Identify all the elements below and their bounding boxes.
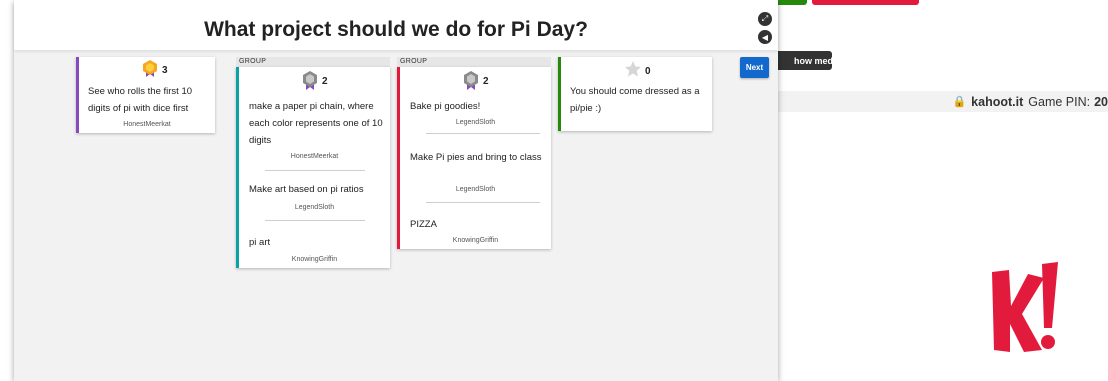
idea-author: LegendSloth <box>455 119 496 126</box>
vote-row: 0 <box>624 60 651 78</box>
idea-text: You should come dressed as a pi/pie :) <box>570 86 700 114</box>
silver-medal-icon <box>464 71 478 90</box>
modal-title: What project should we do for Pi Day? <box>204 18 588 41</box>
vote-row: 2 <box>462 70 489 90</box>
idea-author: HonestMeerkat <box>123 121 171 128</box>
divider <box>426 202 540 203</box>
vote-row: 2 <box>301 70 328 90</box>
vote-count: 2 <box>322 76 328 87</box>
idea-card: 0 You should come dressed as a pi/pie :) <box>558 57 712 131</box>
idea-group-card: 2 make a paper pi chain, where each colo… <box>236 67 390 268</box>
idea-author: LegendSloth <box>294 204 335 211</box>
show-media-label: how media <box>794 55 832 66</box>
modal-header: What project should we do for Pi Day? ⤢ … <box>14 0 778 50</box>
pin-value: 20 <box>1094 94 1108 109</box>
star-icon <box>625 61 641 77</box>
idea-text: PIZZA <box>410 219 437 230</box>
idea-text: Bake pi goodies! <box>410 101 481 112</box>
divider <box>426 133 540 134</box>
fullscreen-icon[interactable]: ⤢ <box>758 12 772 26</box>
idea-card: 3 See who rolls the first 10 digits of p… <box>76 57 215 133</box>
idea-author: KnowingGriffin <box>452 237 499 244</box>
vote-count: 3 <box>162 65 168 76</box>
pin-label: Game PIN: <box>1028 94 1091 109</box>
vote-count: 0 <box>645 66 651 77</box>
vote-count: 2 <box>483 76 489 87</box>
vote-row: 3 <box>141 59 168 77</box>
divider <box>265 170 365 171</box>
idea-text: Make Pi pies and bring to class <box>410 152 542 163</box>
game-pin-bar: 🔒 kahoot.it Game PIN: 20 <box>778 91 1108 112</box>
lock-icon: 🔒 <box>952 96 967 108</box>
group-label: GROUP <box>236 57 390 67</box>
idea-text: make a paper pi chain, where each color … <box>249 101 383 146</box>
silver-medal-icon <box>303 71 317 90</box>
idea-author: HonestMeerkat <box>290 153 339 160</box>
gold-medal-icon <box>143 60 157 77</box>
idea-text: See who rolls the first 10 digits of pi … <box>88 86 193 114</box>
divider <box>265 220 365 221</box>
idea-text: Make art based on pi ratios <box>249 184 364 195</box>
group-label: GROUP <box>397 57 551 67</box>
kahoot-logo-icon <box>992 262 1058 352</box>
next-button-label: Next <box>745 63 764 72</box>
show-media-button[interactable]: how media <box>776 51 832 70</box>
incorrect-button[interactable] <box>812 0 919 5</box>
brainstorm-results-modal: What project should we do for Pi Day? ⤢ … <box>14 0 778 381</box>
next-button[interactable]: Next <box>740 57 769 78</box>
idea-group-card: 2 Bake pi goodies! LegendSloth Make Pi p… <box>397 67 551 249</box>
pin-domain: kahoot.it <box>971 94 1024 109</box>
sound-icon[interactable]: ◀ <box>758 30 772 44</box>
idea-text: pi art <box>249 237 271 248</box>
idea-author: LegendSloth <box>455 186 496 193</box>
idea-author: KnowingGriffin <box>291 256 338 263</box>
